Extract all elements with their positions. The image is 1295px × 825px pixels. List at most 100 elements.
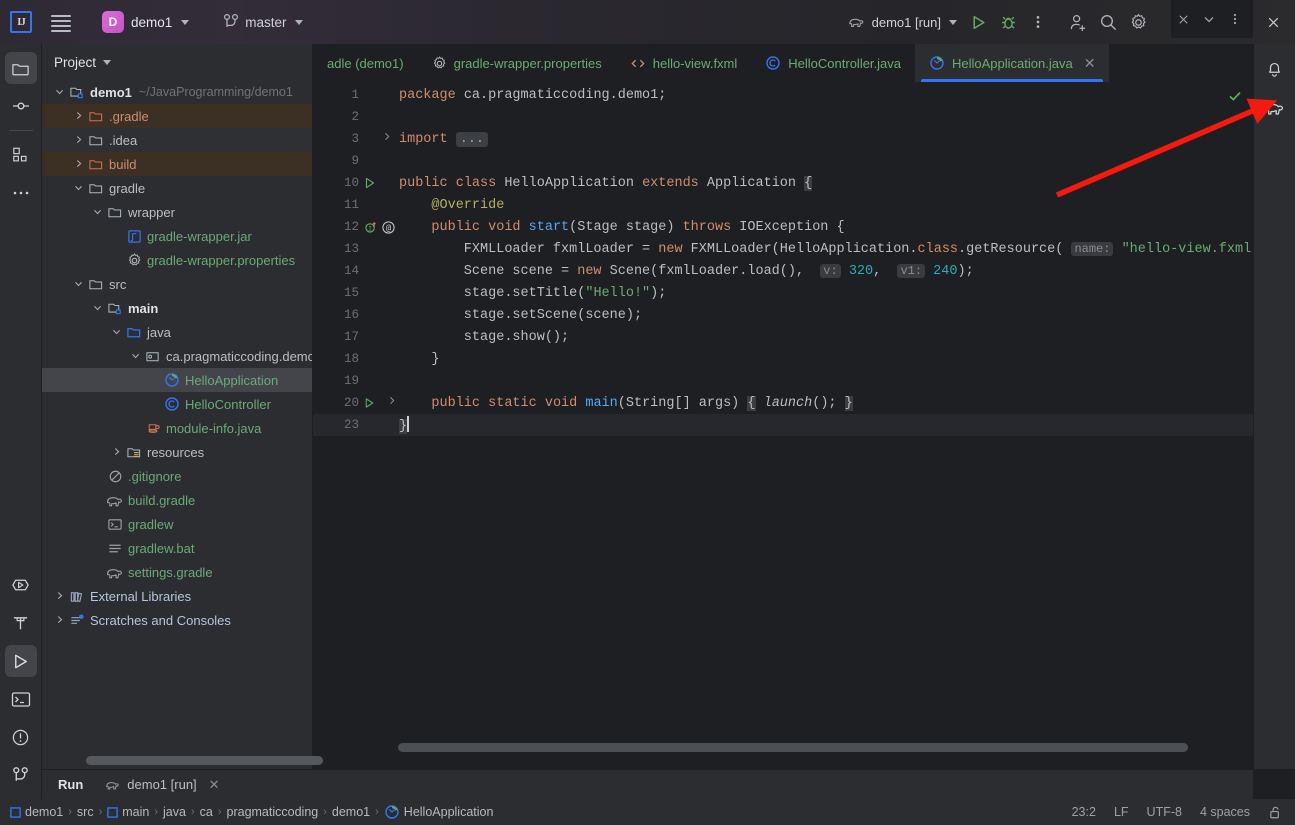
- tree-node--gradle[interactable]: .gradle: [42, 104, 312, 128]
- tree-expand-arrow[interactable]: [109, 445, 125, 459]
- breadcrumb-item-java[interactable]: java: [163, 805, 186, 819]
- tree-node-settings-gradle[interactable]: settings.gradle: [42, 560, 312, 584]
- inspection-status-icon[interactable]: [1227, 88, 1243, 109]
- run-button[interactable]: [963, 7, 993, 37]
- unlocked-icon[interactable]: [1268, 805, 1283, 820]
- close-icon[interactable]: ✕: [209, 777, 220, 793]
- tree-node-gradle-wrapper-properties[interactable]: gradle-wrapper.properties: [42, 248, 312, 272]
- sidebar-item-project[interactable]: [4, 52, 37, 84]
- tree-node--idea[interactable]: .idea: [42, 128, 312, 152]
- gutter-icons[interactable]: I @: [359, 220, 399, 235]
- project-panel-header[interactable]: Project: [42, 44, 312, 80]
- gutter-icons[interactable]: [359, 394, 399, 412]
- tab-options-button[interactable]: [1223, 7, 1247, 31]
- close-button[interactable]: [1251, 0, 1295, 44]
- add-user-button[interactable]: [1063, 7, 1093, 37]
- more-actions-button[interactable]: [1023, 7, 1053, 37]
- tree-node-gradlew-bat[interactable]: gradlew.bat: [42, 536, 312, 560]
- code-line[interactable]: 14 Scene scene = new Scene(fxmlLoader.lo…: [313, 260, 1253, 282]
- sidebar-item-more-tools[interactable]: [5, 177, 37, 209]
- code-line[interactable]: 15 stage.setTitle("Hello!");: [313, 282, 1253, 304]
- code-line[interactable]: 23}: [313, 414, 1253, 436]
- file-encoding[interactable]: UTF-8: [1147, 805, 1182, 819]
- sidebar-item-terminal[interactable]: [5, 683, 37, 715]
- run-config-tab[interactable]: demo1 [run] ✕: [105, 777, 220, 793]
- gutter-icons[interactable]: [359, 130, 399, 148]
- code-line[interactable]: 16 stage.setScene(scene);: [313, 304, 1253, 326]
- tree-expand-arrow[interactable]: [90, 205, 106, 219]
- tree-expand-arrow[interactable]: [52, 85, 68, 99]
- tree-expand-arrow[interactable]: [128, 349, 144, 363]
- code-line[interactable]: 18 }: [313, 348, 1253, 370]
- tree-expand-arrow[interactable]: [52, 589, 68, 603]
- line-separator[interactable]: LF: [1114, 805, 1129, 819]
- sidebar-item-commit[interactable]: [5, 90, 37, 122]
- tree-node-external-libraries[interactable]: External Libraries: [42, 584, 312, 608]
- breadcrumb-item-pragmaticcoding[interactable]: pragmaticcoding: [227, 805, 319, 819]
- close-tab-button[interactable]: [1171, 7, 1195, 31]
- project-selector[interactable]: D demo1: [96, 8, 195, 36]
- sidebar-item-structure[interactable]: [5, 139, 37, 171]
- tree-expand-arrow[interactable]: [90, 301, 106, 315]
- tree-node-java[interactable]: java: [42, 320, 312, 344]
- tree-expand-arrow[interactable]: [71, 181, 87, 195]
- code-line[interactable]: 1 package ca.pragmaticcoding.demo1;: [313, 84, 1253, 106]
- tree-node-demo1[interactable]: demo1 ~/JavaProgramming/demo1: [42, 80, 312, 104]
- tab-gradle-wrapper-properties[interactable]: gradle-wrapper.properties: [418, 44, 616, 82]
- breadcrumb-item-main[interactable]: main: [107, 805, 149, 819]
- tree-node-gradlew[interactable]: gradlew: [42, 512, 312, 536]
- code-lines[interactable]: 1 package ca.pragmaticcoding.demo1; 2 3 impo…: [313, 82, 1253, 736]
- sidebar-item-run[interactable]: [4, 645, 37, 677]
- tree-node-resources[interactable]: resources: [42, 440, 312, 464]
- gradle-tool-window-button[interactable]: [1259, 92, 1291, 124]
- tree-node-gradle[interactable]: gradle: [42, 176, 312, 200]
- tree-node--gitignore[interactable]: .gitignore: [42, 464, 312, 488]
- code-line[interactable]: 19: [313, 370, 1253, 392]
- tab-hellocontroller-java[interactable]: HelloController.java: [751, 44, 915, 82]
- tree-expand-arrow[interactable]: [71, 157, 87, 171]
- sidebar-item-build[interactable]: [5, 607, 37, 639]
- tree-node-main[interactable]: main: [42, 296, 312, 320]
- editor-horizontal-scrollbar[interactable]: [398, 743, 1188, 752]
- tree-expand-arrow[interactable]: [109, 325, 125, 339]
- close-icon[interactable]: ✕: [1084, 55, 1096, 72]
- breadcrumb-item-demo1[interactable]: demo1: [10, 805, 63, 819]
- breadcrumb-item-src[interactable]: src: [77, 805, 94, 819]
- breadcrumb-item-helloapplication[interactable]: HelloApplication: [384, 804, 493, 820]
- tree-expand-arrow[interactable]: [52, 613, 68, 627]
- code-line[interactable]: 20 public static void main(String[] args…: [313, 392, 1253, 414]
- sidebar-item-problems[interactable]: [5, 721, 37, 753]
- sidebar-item-version-control[interactable]: [5, 759, 37, 791]
- code-line[interactable]: 13 FXMLLoader fxmlLoader = new FXMLLoade…: [313, 238, 1253, 260]
- debug-button[interactable]: [993, 7, 1023, 37]
- branch-selector[interactable]: master: [223, 13, 303, 31]
- tree-node-hellocontroller[interactable]: HelloController: [42, 392, 312, 416]
- settings-button[interactable]: [1123, 7, 1153, 37]
- tab-list-button[interactable]: [1197, 7, 1221, 31]
- tree-node-wrapper[interactable]: wrapper: [42, 200, 312, 224]
- sidebar-item-preview[interactable]: [5, 569, 37, 601]
- search-button[interactable]: [1093, 7, 1123, 37]
- code-line[interactable]: 11 @Override: [313, 194, 1253, 216]
- run-configuration-selector[interactable]: demo1 [run]: [842, 12, 963, 33]
- tree-node-scratches-and-consoles[interactable]: Scratches and Consoles: [42, 608, 312, 632]
- tree-node-src[interactable]: src: [42, 272, 312, 296]
- code-editor[interactable]: 1 package ca.pragmaticcoding.demo1; 2 3 impo…: [313, 82, 1253, 754]
- code-line[interactable]: 3 import ...: [313, 128, 1253, 150]
- tree-expand-arrow[interactable]: [71, 133, 87, 147]
- tree-node-build-gradle[interactable]: build.gradle: [42, 488, 312, 512]
- tree-node-ca-pragmaticcoding-demo1[interactable]: ca.pragmaticcoding.demo1: [42, 344, 312, 368]
- code-line[interactable]: 10 public class HelloApplication extends …: [313, 172, 1253, 194]
- code-line[interactable]: 9: [313, 150, 1253, 172]
- tab-helloapplication-java[interactable]: HelloApplication.java ✕: [915, 44, 1110, 82]
- notifications-button[interactable]: [1259, 52, 1291, 84]
- breadcrumb-item-ca[interactable]: ca: [200, 805, 213, 819]
- code-line[interactable]: 17 stage.show();: [313, 326, 1253, 348]
- code-line[interactable]: 2: [313, 106, 1253, 128]
- caret-position[interactable]: 23:2: [1072, 805, 1096, 819]
- gutter-icons[interactable]: [359, 176, 399, 190]
- tab-hello-view-fxml[interactable]: hello-view.fxml: [616, 44, 752, 82]
- tree-node-build[interactable]: build: [42, 152, 312, 176]
- tree-node-gradle-wrapper-jar[interactable]: gradle-wrapper.jar: [42, 224, 312, 248]
- tree-node-module-info-java[interactable]: module-info.java: [42, 416, 312, 440]
